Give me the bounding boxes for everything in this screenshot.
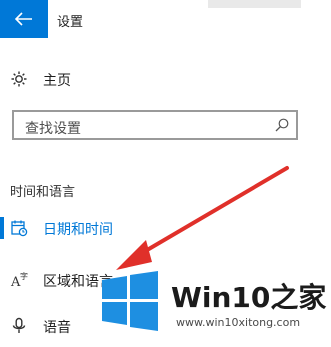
window-title: 设置 — [57, 15, 84, 30]
nav-label: 区域和语言 — [43, 274, 113, 290]
svg-text:字: 字 — [20, 271, 28, 281]
home-icon — [11, 71, 27, 87]
search-input[interactable]: 查找设置 — [12, 110, 298, 140]
nav-label: 日期和时间 — [43, 222, 113, 238]
microphone-icon — [12, 317, 26, 333]
nav-item-speech[interactable]: 语音 — [0, 309, 331, 343]
region-language-icon: A 字 — [10, 271, 28, 289]
nav-item-region-language[interactable]: A 字 区域和语言 — [0, 263, 331, 297]
search-placeholder: 查找设置 — [25, 121, 81, 137]
obscured-region — [208, 0, 301, 8]
active-indicator — [0, 217, 4, 239]
back-button[interactable] — [0, 0, 48, 38]
home-nav-item[interactable]: 主页 — [0, 62, 331, 96]
back-arrow-icon — [15, 12, 32, 26]
section-header: 时间和语言 — [10, 185, 76, 200]
title-bar: 设置 — [0, 0, 331, 40]
calendar-clock-icon — [11, 220, 28, 237]
home-label: 主页 — [43, 73, 71, 89]
nav-item-date-time[interactable]: 日期和时间 — [0, 211, 331, 245]
nav-label: 语音 — [43, 320, 71, 336]
search-icon[interactable] — [274, 117, 290, 133]
